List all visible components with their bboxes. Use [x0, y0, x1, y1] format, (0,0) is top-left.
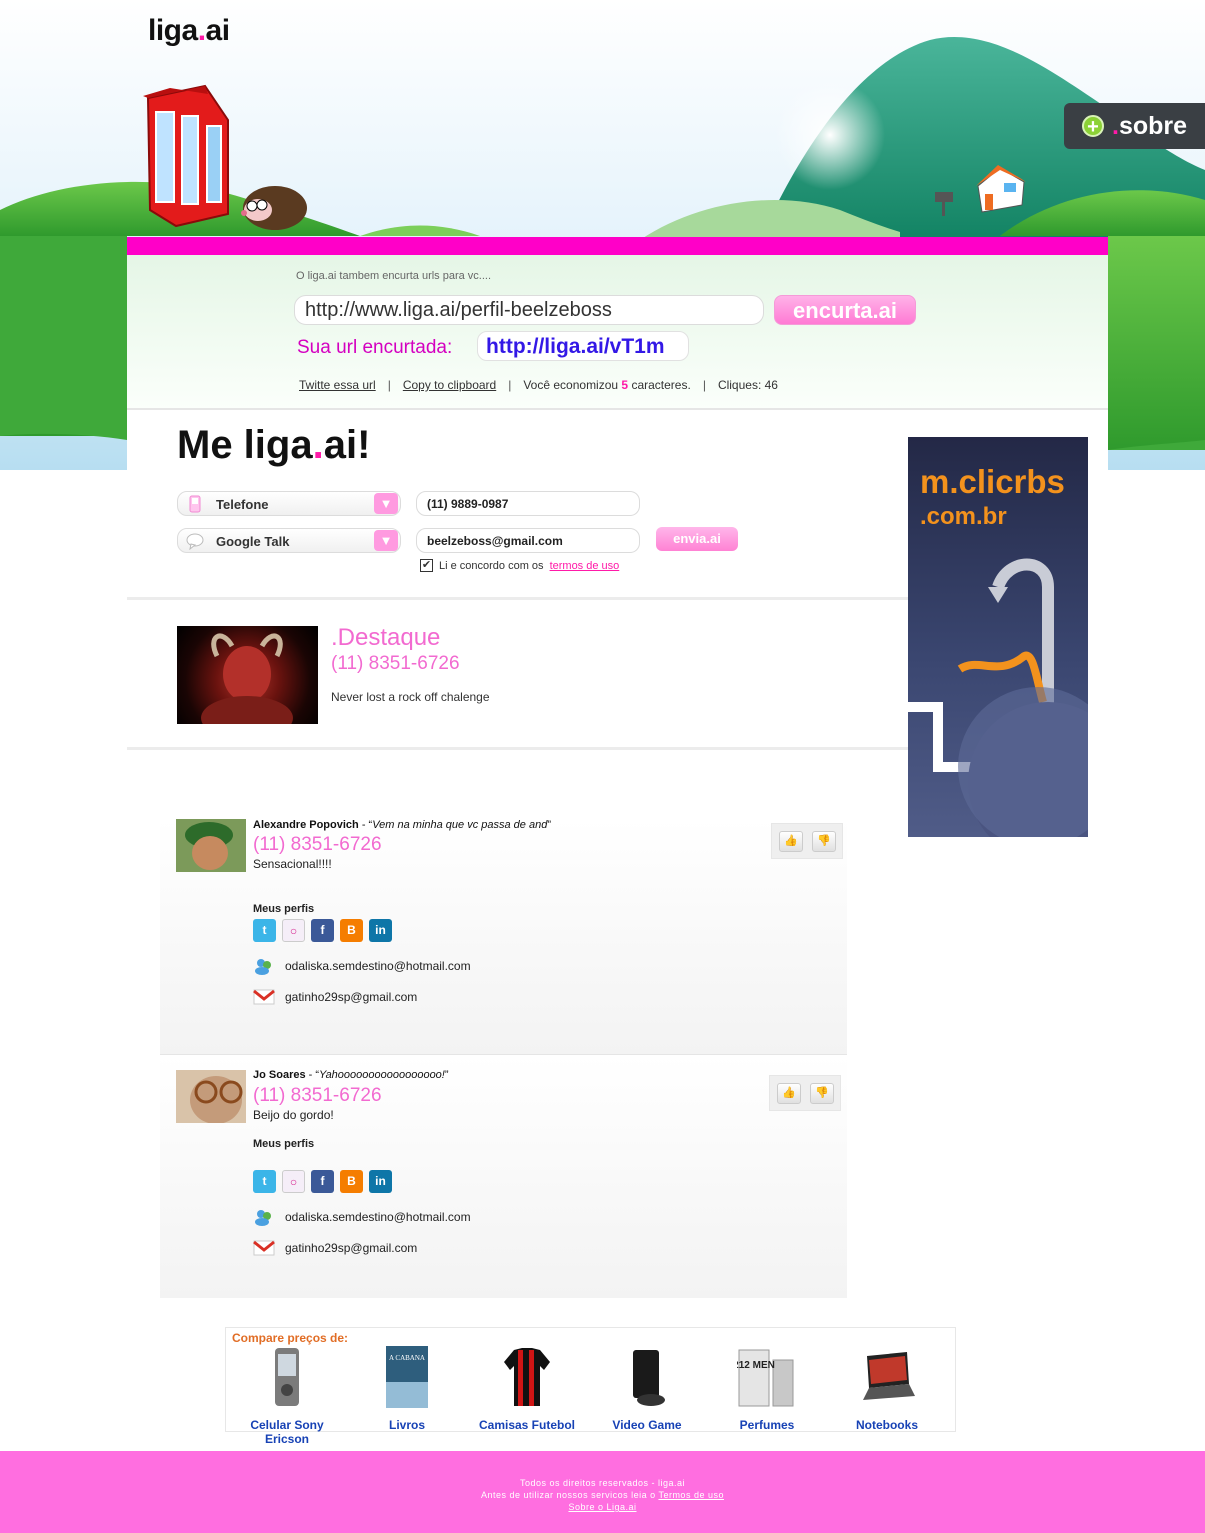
saved-chars-text: Você economizou 5 caracteres. [523, 378, 691, 392]
contact-type-select-1[interactable]: Telefone ▼ [177, 491, 401, 516]
shortener-links: Twitte essa url | Copy to clipboard | Vo… [299, 378, 778, 392]
facebook-icon[interactable]: f [311, 919, 334, 942]
footer-about-link[interactable]: Sobre o Liga.ai [568, 1502, 636, 1512]
ad-graphic [908, 558, 1088, 837]
linkedin-icon[interactable]: in [369, 919, 392, 942]
site-footer: Todos os direitos reservados - liga.ai A… [0, 1451, 1205, 1533]
encurta-button[interactable]: encurta.ai [774, 295, 916, 325]
profiles-label: Meus perfis [253, 1138, 315, 1150]
thumbs-up-icon[interactable]: 👍 [779, 831, 803, 852]
featured-text: Never lost a rock off chalenge [331, 690, 490, 704]
terms-link[interactable]: termos de uso [550, 560, 620, 572]
profiles-label: Meus perfis [253, 903, 315, 915]
jersey-image [504, 1348, 550, 1406]
svg-text:212 MEN: 212 MEN [737, 1360, 775, 1371]
url-input[interactable] [294, 295, 764, 325]
result-label: Sua url encurtada: [297, 337, 453, 358]
divider [127, 747, 908, 750]
envia-button[interactable]: envia.ai [656, 527, 738, 551]
featured-title: .Destaque [331, 624, 441, 651]
gmail-contact: gatinho29sp@gmail.com [253, 988, 417, 1006]
avatar[interactable] [176, 819, 246, 872]
post-author: Jo Soares - “Yahooooooooooooooooo!” [253, 1069, 449, 1081]
tweet-url-link[interactable]: Twitte essa url [299, 378, 376, 392]
twitter-icon[interactable]: t [253, 1170, 276, 1193]
post-card: Jo Soares - “Yahooooooooooooooooo!” (11)… [160, 1054, 847, 1298]
cellphone-image [275, 1348, 299, 1406]
perfume-image: 212 MEN [733, 1349, 794, 1407]
sobre-button[interactable]: + . sobre [1064, 103, 1205, 149]
product-link[interactable]: A CABANA Livros [347, 1346, 467, 1432]
compare-prices-box: Compare preços de: Celular Sony Ericson … [225, 1327, 956, 1446]
contact-value-field-1[interactable] [416, 491, 640, 516]
page-title: Me liga.ai! [177, 423, 371, 467]
terms-agreement: ✔ Li e concordo com os termos de uso [420, 559, 620, 572]
site-logo[interactable]: liga.ai [148, 14, 230, 48]
post-author: Alexandre Popovich - “Vem na minha que v… [253, 819, 551, 831]
flickr-icon[interactable]: ○ [282, 919, 305, 942]
copyright-text: Todos os direitos reservados - liga.ai [519, 1478, 686, 1488]
product-link[interactable]: Notebooks [827, 1346, 947, 1432]
divider [127, 597, 908, 600]
contact-type-select-2[interactable]: Google Talk ▼ [177, 528, 401, 553]
phone-icon [189, 495, 201, 513]
chevron-down-icon: ▼ [374, 530, 398, 551]
chevron-down-icon: ▼ [374, 493, 398, 514]
facebook-icon[interactable]: f [311, 1170, 334, 1193]
contact-value-field-2[interactable] [416, 528, 640, 553]
notebook-image [863, 1352, 915, 1400]
blogger-icon[interactable]: B [340, 1170, 363, 1193]
vote-box: 👍 👎 [769, 1075, 841, 1111]
thumbs-down-icon[interactable]: 👎 [810, 1083, 834, 1104]
gmail-icon [253, 1240, 275, 1256]
product-link[interactable]: Video Game [587, 1346, 707, 1432]
avatar[interactable] [176, 1070, 246, 1123]
msn-icon [255, 959, 271, 975]
ad-banner[interactable]: m.clicrbs .com.br [908, 437, 1088, 837]
agree-checkbox[interactable]: ✔ [420, 559, 433, 572]
product-link[interactable]: Camisas Futebol [467, 1346, 587, 1432]
copy-clipboard-link[interactable]: Copy to clipboard [403, 378, 496, 392]
short-url-output[interactable]: http://liga.ai/vT1m [477, 331, 689, 361]
twitter-icon[interactable]: t [253, 919, 276, 942]
gmail-icon [253, 989, 275, 1005]
terms-notice: Antes de utilizar nossos servicos leia o… [481, 1490, 724, 1500]
videogame-image [633, 1350, 665, 1406]
post-card: Alexandre Popovich - “Vem na minha que v… [160, 819, 847, 1054]
plus-icon: + [1082, 115, 1104, 138]
clicks-count: Cliques: 46 [717, 378, 778, 392]
thumbs-down-icon[interactable]: 👎 [812, 831, 836, 852]
product-link[interactable]: 212 MEN Perfumes [707, 1346, 827, 1432]
msn-contact: odaliska.semdestino@hotmail.com [253, 957, 471, 975]
footer-terms-link[interactable]: Termos de uso [658, 1490, 724, 1500]
product-link[interactable]: Celular Sony Ericson [227, 1346, 347, 1446]
social-links: t ○ f B in [253, 1170, 392, 1193]
thumbs-up-icon[interactable]: 👍 [777, 1083, 801, 1104]
linkedin-icon[interactable]: in [369, 1170, 392, 1193]
featured-photo[interactable] [177, 626, 318, 724]
compare-title: Compare preços de: [232, 1331, 349, 1345]
url-shortener-section: O liga.ai tambem encurta urls para vc...… [127, 255, 1108, 410]
post-message: Beijo do gordo! [253, 1108, 334, 1122]
book-image: A CABANA [386, 1346, 428, 1408]
devil-image [201, 633, 293, 724]
shortener-hint: O liga.ai tambem encurta urls para vc...… [296, 270, 492, 282]
msn-icon [255, 1210, 271, 1226]
vote-box: 👍 👎 [771, 823, 843, 859]
flickr-icon[interactable]: ○ [282, 1170, 305, 1193]
pink-top-bar [127, 237, 1108, 255]
gmail-contact: gatinho29sp@gmail.com [253, 1239, 417, 1257]
featured-phone: (11) 8351-6726 [331, 653, 460, 674]
post-message: Sensacional!!!! [253, 857, 332, 871]
post-phone: (11) 8351-6726 [253, 834, 382, 855]
social-links: t ○ f B in [253, 919, 392, 942]
blogger-icon[interactable]: B [340, 919, 363, 942]
svg-text:A CABANA: A CABANA [389, 1354, 425, 1362]
gtalk-icon [186, 533, 204, 550]
msn-contact: odaliska.semdestino@hotmail.com [253, 1208, 471, 1226]
post-phone: (11) 8351-6726 [253, 1085, 382, 1106]
phone-booth-illustration [143, 84, 229, 228]
